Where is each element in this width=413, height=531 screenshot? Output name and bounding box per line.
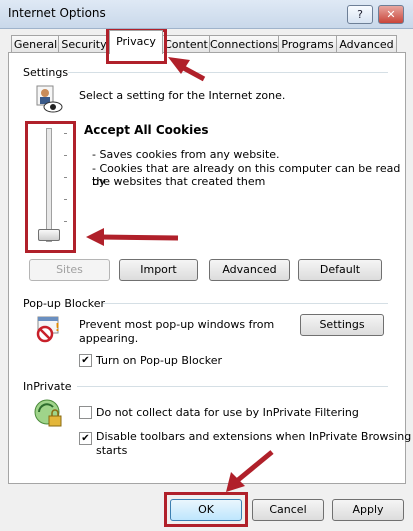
tab-privacy[interactable]: Privacy <box>109 30 163 54</box>
advanced-button[interactable]: Advanced <box>209 259 290 281</box>
settings-group-label: Settings <box>23 66 69 79</box>
popup-group-label: Pop-up Blocker <box>23 297 106 310</box>
privacy-level-title: Accept All Cookies <box>84 123 209 137</box>
popup-blocker-checkbox-label[interactable]: Turn on Pop-up Blocker <box>96 354 222 367</box>
tab-content[interactable]: Content <box>162 35 210 53</box>
privacy-level-bullet-1: - Saves cookies from any website. <box>92 148 280 161</box>
privacy-user-icon <box>36 85 63 113</box>
tab-bar: General Security Privacy Content Connect… <box>8 30 406 54</box>
default-button[interactable]: Default <box>298 259 382 281</box>
settings-description: Select a setting for the Internet zone. <box>79 89 286 102</box>
help-button[interactable]: ? <box>347 5 373 24</box>
inprivate-icon <box>34 399 62 427</box>
popup-description-line-2: appearing. <box>79 332 139 345</box>
popup-blocker-checkbox[interactable]: ✔ <box>79 354 92 367</box>
inprivate-group-label: InPrivate <box>23 380 72 393</box>
popup-settings-button[interactable]: Settings <box>300 314 384 336</box>
internet-options-dialog: Internet Options ? ✕ General Security Pr… <box>0 0 413 531</box>
apply-button[interactable]: Apply <box>332 499 404 521</box>
import-button[interactable]: Import <box>119 259 198 281</box>
svg-text:!: ! <box>55 321 60 334</box>
popup-divider <box>103 303 388 304</box>
settings-divider <box>68 72 388 73</box>
tab-general[interactable]: General <box>11 35 60 53</box>
slider-highlight <box>25 121 76 253</box>
close-button[interactable]: ✕ <box>378 5 404 24</box>
ok-button-highlight <box>164 492 248 527</box>
inprivate-divider <box>77 386 388 387</box>
disable-toolbars-checkbox[interactable]: ✔ <box>79 432 92 445</box>
popup-description-line-1: Prevent most pop-up windows from <box>79 318 275 331</box>
inprivate-filtering-checkbox[interactable] <box>79 406 92 419</box>
window-title: Internet Options <box>8 6 106 20</box>
tab-security[interactable]: Security <box>58 35 110 53</box>
tab-connections[interactable]: Connections <box>209 35 279 53</box>
inprivate-filtering-label[interactable]: Do not collect data for use by InPrivate… <box>96 406 359 419</box>
popup-blocker-icon: ! <box>36 316 60 343</box>
disable-toolbars-label-line-1[interactable]: Disable toolbars and extensions when InP… <box>96 430 411 443</box>
tab-programs[interactable]: Programs <box>278 35 337 53</box>
tab-advanced[interactable]: Advanced <box>336 35 397 53</box>
title-bar[interactable]: Internet Options ? ✕ <box>0 0 413 29</box>
privacy-level-bullet-3: the websites that created them <box>92 175 266 188</box>
cancel-button[interactable]: Cancel <box>252 499 324 521</box>
sites-button[interactable]: Sites <box>29 259 110 281</box>
disable-toolbars-label-line-2[interactable]: starts <box>96 444 127 457</box>
